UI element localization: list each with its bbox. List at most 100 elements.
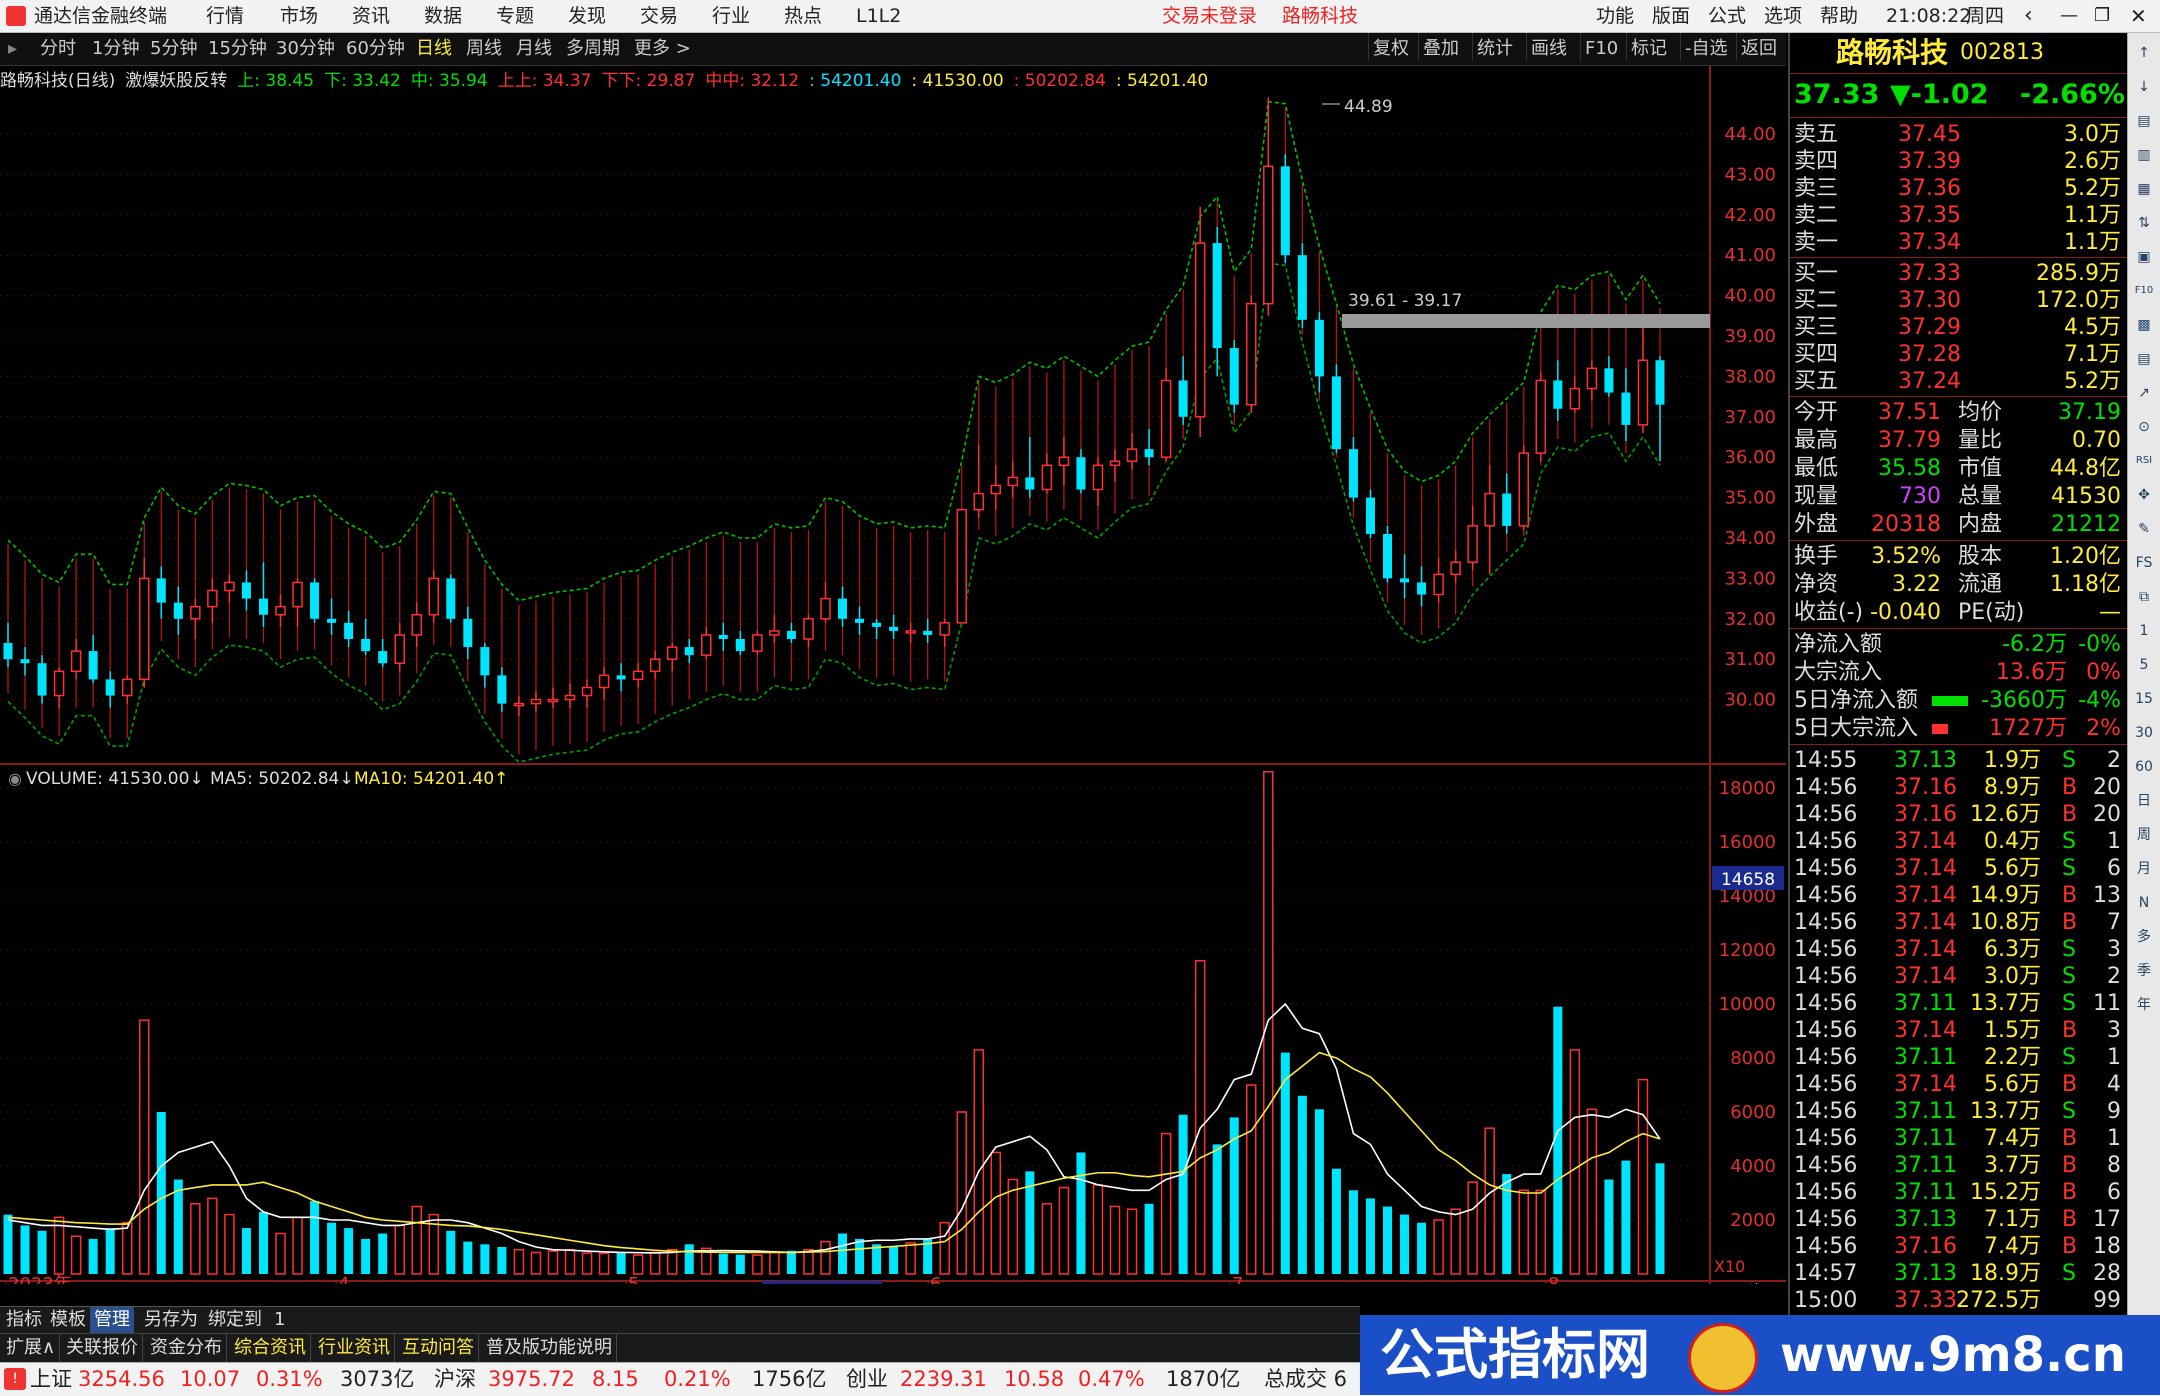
menu-banmian[interactable]: 版面 xyxy=(1652,0,1690,32)
side-tool-icon[interactable]: F10 xyxy=(2132,279,2156,303)
tool-biaoji[interactable]: 标记 xyxy=(1626,33,1671,61)
side-tool-icon[interactable]: 日 xyxy=(2132,789,2156,813)
side-tool-icon[interactable]: N xyxy=(2132,891,2156,915)
tool-huaxian[interactable]: 画线 xyxy=(1526,33,1571,61)
tool-f10[interactable]: F10 xyxy=(1580,33,1622,61)
ext-zijinfenbu[interactable]: 资金分布 xyxy=(146,1334,227,1362)
period-5min[interactable]: 5分钟 xyxy=(150,33,197,65)
title-stock-name: 路畅科技 xyxy=(1282,5,1359,27)
menu-faxian[interactable]: 发现 xyxy=(568,0,606,32)
side-tool-icon[interactable]: 1 xyxy=(2132,619,2156,643)
trade-status[interactable]: 交易未登录 xyxy=(1162,0,1257,32)
side-tool-icon[interactable]: ▦ xyxy=(2132,177,2156,201)
menu-gongneng[interactable]: 功能 xyxy=(1596,0,1634,32)
side-tool-icon[interactable]: 15 xyxy=(2132,687,2156,711)
kline-chart[interactable]: 44.00 43.00 42.00 41.00 40.00 39.00 38.00 37.00… xyxy=(0,66,1786,1284)
ext-zonghezixun[interactable]: 综合资讯 xyxy=(230,1334,311,1362)
tick-count: 3 xyxy=(2107,937,2121,962)
period-monthly[interactable]: 月线 xyxy=(516,33,552,65)
tool-fanhui[interactable]: 返回 xyxy=(1736,33,1781,61)
candle-body xyxy=(530,698,542,705)
side-tool-icon[interactable]: ▥ xyxy=(2132,143,2156,167)
side-tool-icon[interactable]: ↗ xyxy=(2132,381,2156,405)
tab-lingcunwei[interactable]: 另存为 xyxy=(140,1307,202,1333)
period-60min[interactable]: 60分钟 xyxy=(346,33,405,65)
period-fenshi[interactable]: 分时 xyxy=(40,33,76,65)
resistance-zone xyxy=(1342,314,1710,328)
side-tool-icon[interactable]: ▤ xyxy=(2132,109,2156,133)
tab-bangdingdao[interactable]: 绑定到 xyxy=(204,1307,266,1333)
side-tool-icon[interactable]: FS xyxy=(2132,551,2156,575)
volume-bar xyxy=(838,1233,848,1274)
back-icon[interactable]: ‹ xyxy=(2024,0,2033,32)
ext-toggle[interactable]: 扩展∧ xyxy=(2,1334,61,1362)
ext-shuoming[interactable]: 普及版功能说明 xyxy=(482,1334,617,1362)
menu-gongshi[interactable]: 公式 xyxy=(1708,0,1746,32)
tool-tongji[interactable]: 统计 xyxy=(1472,33,1517,61)
tab-guanli[interactable]: 管理 xyxy=(90,1307,134,1333)
side-tool-icon[interactable]: ↑ xyxy=(2132,41,2156,65)
side-tool-icon[interactable]: ↓ xyxy=(2132,75,2156,99)
indicator-value-9: : 54201.40 xyxy=(1115,71,1209,91)
menu-hangye[interactable]: 行业 xyxy=(712,0,750,32)
side-tool-icon[interactable]: 多 xyxy=(2132,925,2156,949)
menu-xuanxiang[interactable]: 选项 xyxy=(1764,0,1802,32)
stat-label: PE(动) xyxy=(1958,600,2025,625)
menu-zhuanti[interactable]: 专题 xyxy=(496,0,534,32)
tool-diejia[interactable]: 叠加 xyxy=(1418,33,1463,61)
side-tool-icon[interactable]: ✎ xyxy=(2132,517,2156,541)
side-tool-icon[interactable]: ▣ xyxy=(2132,245,2156,269)
tool-zixuan[interactable]: -自选 xyxy=(1680,33,1732,61)
volume-bar xyxy=(872,1244,882,1274)
side-tool-icon[interactable]: 月 xyxy=(2132,857,2156,881)
side-tool-icon[interactable]: 60 xyxy=(2132,755,2156,779)
sh-name[interactable]: 上证 xyxy=(30,1363,72,1396)
minimize-icon[interactable]: — xyxy=(2060,0,2078,32)
menu-bangzhu[interactable]: 帮助 xyxy=(1820,0,1858,32)
side-tool-icon[interactable]: RSI xyxy=(2132,449,2156,473)
period-15min[interactable]: 15分钟 xyxy=(208,33,267,65)
side-tool-icon[interactable]: 5 xyxy=(2132,653,2156,677)
period-daily[interactable]: 日线 xyxy=(416,33,452,65)
side-tool-icon[interactable]: ⇅ xyxy=(2132,211,2156,235)
ext-hangyezixun[interactable]: 行业资讯 xyxy=(314,1334,395,1362)
side-tool-icon[interactable]: ✥ xyxy=(2132,483,2156,507)
period-more[interactable]: 更多 > xyxy=(634,33,691,65)
restore-icon[interactable]: ❐ xyxy=(2094,0,2110,32)
menu-shuju[interactable]: 数据 xyxy=(424,0,462,32)
menu-redian[interactable]: 热点 xyxy=(784,0,822,32)
alert-icon[interactable]: ! xyxy=(4,1368,26,1390)
ext-guanlianbaojia[interactable]: 关联报价 xyxy=(62,1334,143,1362)
side-tool-icon[interactable]: 季 xyxy=(2132,959,2156,983)
side-tool-icon[interactable]: 年 xyxy=(2132,993,2156,1017)
price-tick-label: 32.00 xyxy=(1724,609,1776,630)
menu-hangqing[interactable]: 行情 xyxy=(206,0,244,32)
tab-moban[interactable]: 模板 xyxy=(46,1307,90,1333)
menu-shichang[interactable]: 市场 xyxy=(280,0,318,32)
formula-name[interactable]: 激爆妖股反转 xyxy=(125,71,227,91)
period-multi[interactable]: 多周期 xyxy=(566,33,620,65)
period-30min[interactable]: 30分钟 xyxy=(276,33,335,65)
menu-l1l2[interactable]: L1L2 xyxy=(856,0,901,32)
side-tool-icon[interactable]: ⊙ xyxy=(2132,415,2156,439)
tick-side: B xyxy=(2062,775,2078,800)
cy-name[interactable]: 创业 xyxy=(846,1363,888,1396)
tab-zhibiao[interactable]: 指标 xyxy=(2,1307,46,1333)
menu-zixun[interactable]: 资讯 xyxy=(352,0,390,32)
period-1min[interactable]: 1分钟 xyxy=(92,33,139,65)
side-tool-icon[interactable]: 周 xyxy=(2132,823,2156,847)
side-tool-icon[interactable]: ⧉ xyxy=(2132,585,2156,609)
menu-jiaoyi[interactable]: 交易 xyxy=(640,0,678,32)
stat-value: 3.52% xyxy=(1871,544,1941,569)
ext-hudongwenda[interactable]: 互动问答 xyxy=(398,1334,479,1362)
tab-1[interactable]: 1 xyxy=(270,1307,289,1333)
hs-name[interactable]: 沪深 xyxy=(434,1363,476,1396)
side-tool-icon[interactable]: ▩ xyxy=(2132,313,2156,337)
side-tool-icon[interactable]: ▤ xyxy=(2132,347,2156,371)
collapse-icon[interactable]: ▸ xyxy=(8,33,17,65)
period-weekly[interactable]: 周线 xyxy=(466,33,502,65)
tool-fuquan[interactable]: 复权 xyxy=(1368,33,1413,61)
close-icon[interactable]: ✕ xyxy=(2130,0,2147,32)
volume-bar xyxy=(684,1244,694,1274)
side-tool-icon[interactable]: 30 xyxy=(2132,721,2156,745)
